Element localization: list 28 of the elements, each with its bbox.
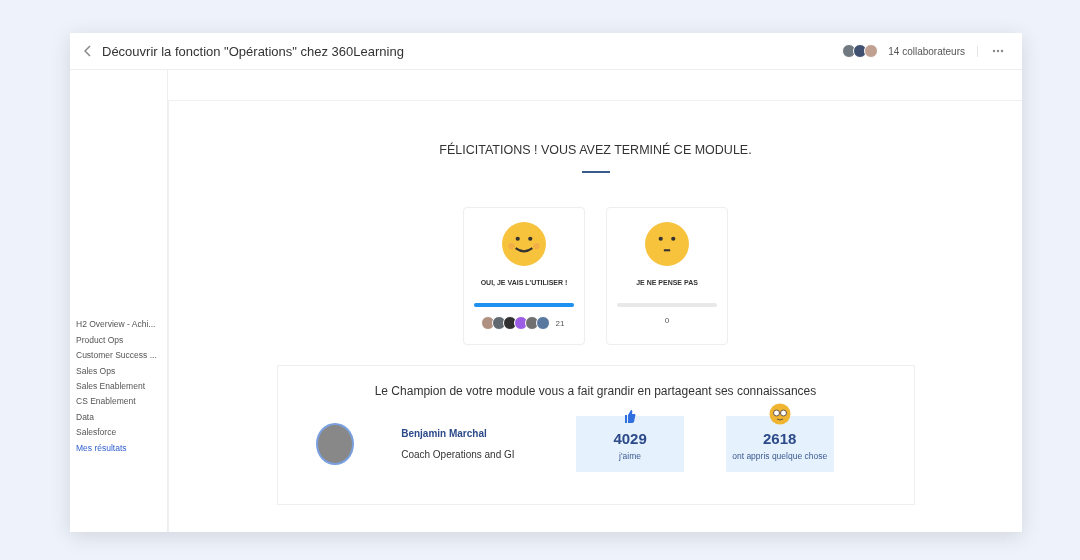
- sidebar-item[interactable]: Customer Success ...: [76, 348, 167, 364]
- voter-avatars: [483, 316, 550, 330]
- champion-name[interactable]: Benjamin Marchal: [401, 428, 577, 439]
- sidebar-item[interactable]: Product Ops: [76, 332, 167, 349]
- stat-label: ont appris quelque chose: [732, 451, 828, 461]
- champion-role: Coach Operations and GI: [401, 449, 516, 460]
- stat-value: 4029: [613, 430, 647, 447]
- stat-label: j'aime: [619, 451, 642, 461]
- sidebar-item[interactable]: Sales Enablement: [76, 378, 167, 395]
- sidebar-item[interactable]: H2 Overview - Achi...: [76, 317, 167, 333]
- sidebar-item[interactable]: Sales Ops: [76, 363, 167, 379]
- congrats-heading: FÉLICITATIONS ! VOUS AVEZ TERMINÉ CE MODULE.: [439, 143, 752, 157]
- face-with-glasses-icon: [768, 403, 791, 425]
- sidebar-item[interactable]: CS Enablement: [76, 394, 167, 410]
- photo-placeholder: [315, 423, 355, 465]
- sidebar-item[interactable]: Salesforce: [76, 425, 167, 441]
- smiling-face-icon: [501, 221, 547, 267]
- champion-message: Le Champion de votre module vous a fait grandir en partageant ses connaissances: [374, 384, 817, 398]
- sidebar-item[interactable]: Data: [76, 409, 167, 426]
- collaborator-avatars: [845, 44, 879, 58]
- sidebar-item[interactable]: Mes résultats: [76, 440, 167, 456]
- neutral-face-icon: [644, 221, 690, 267]
- page-title: Découvrir la fonction "Opérations" chez 360Learning: [102, 43, 405, 59]
- back-chevron-icon[interactable]: [84, 45, 92, 57]
- vote-count: 21: [555, 318, 565, 328]
- collaborators-count[interactable]: 14 collaborateurs: [888, 45, 978, 57]
- stat-value: 2618: [763, 430, 797, 447]
- vote-count: 0: [664, 316, 670, 325]
